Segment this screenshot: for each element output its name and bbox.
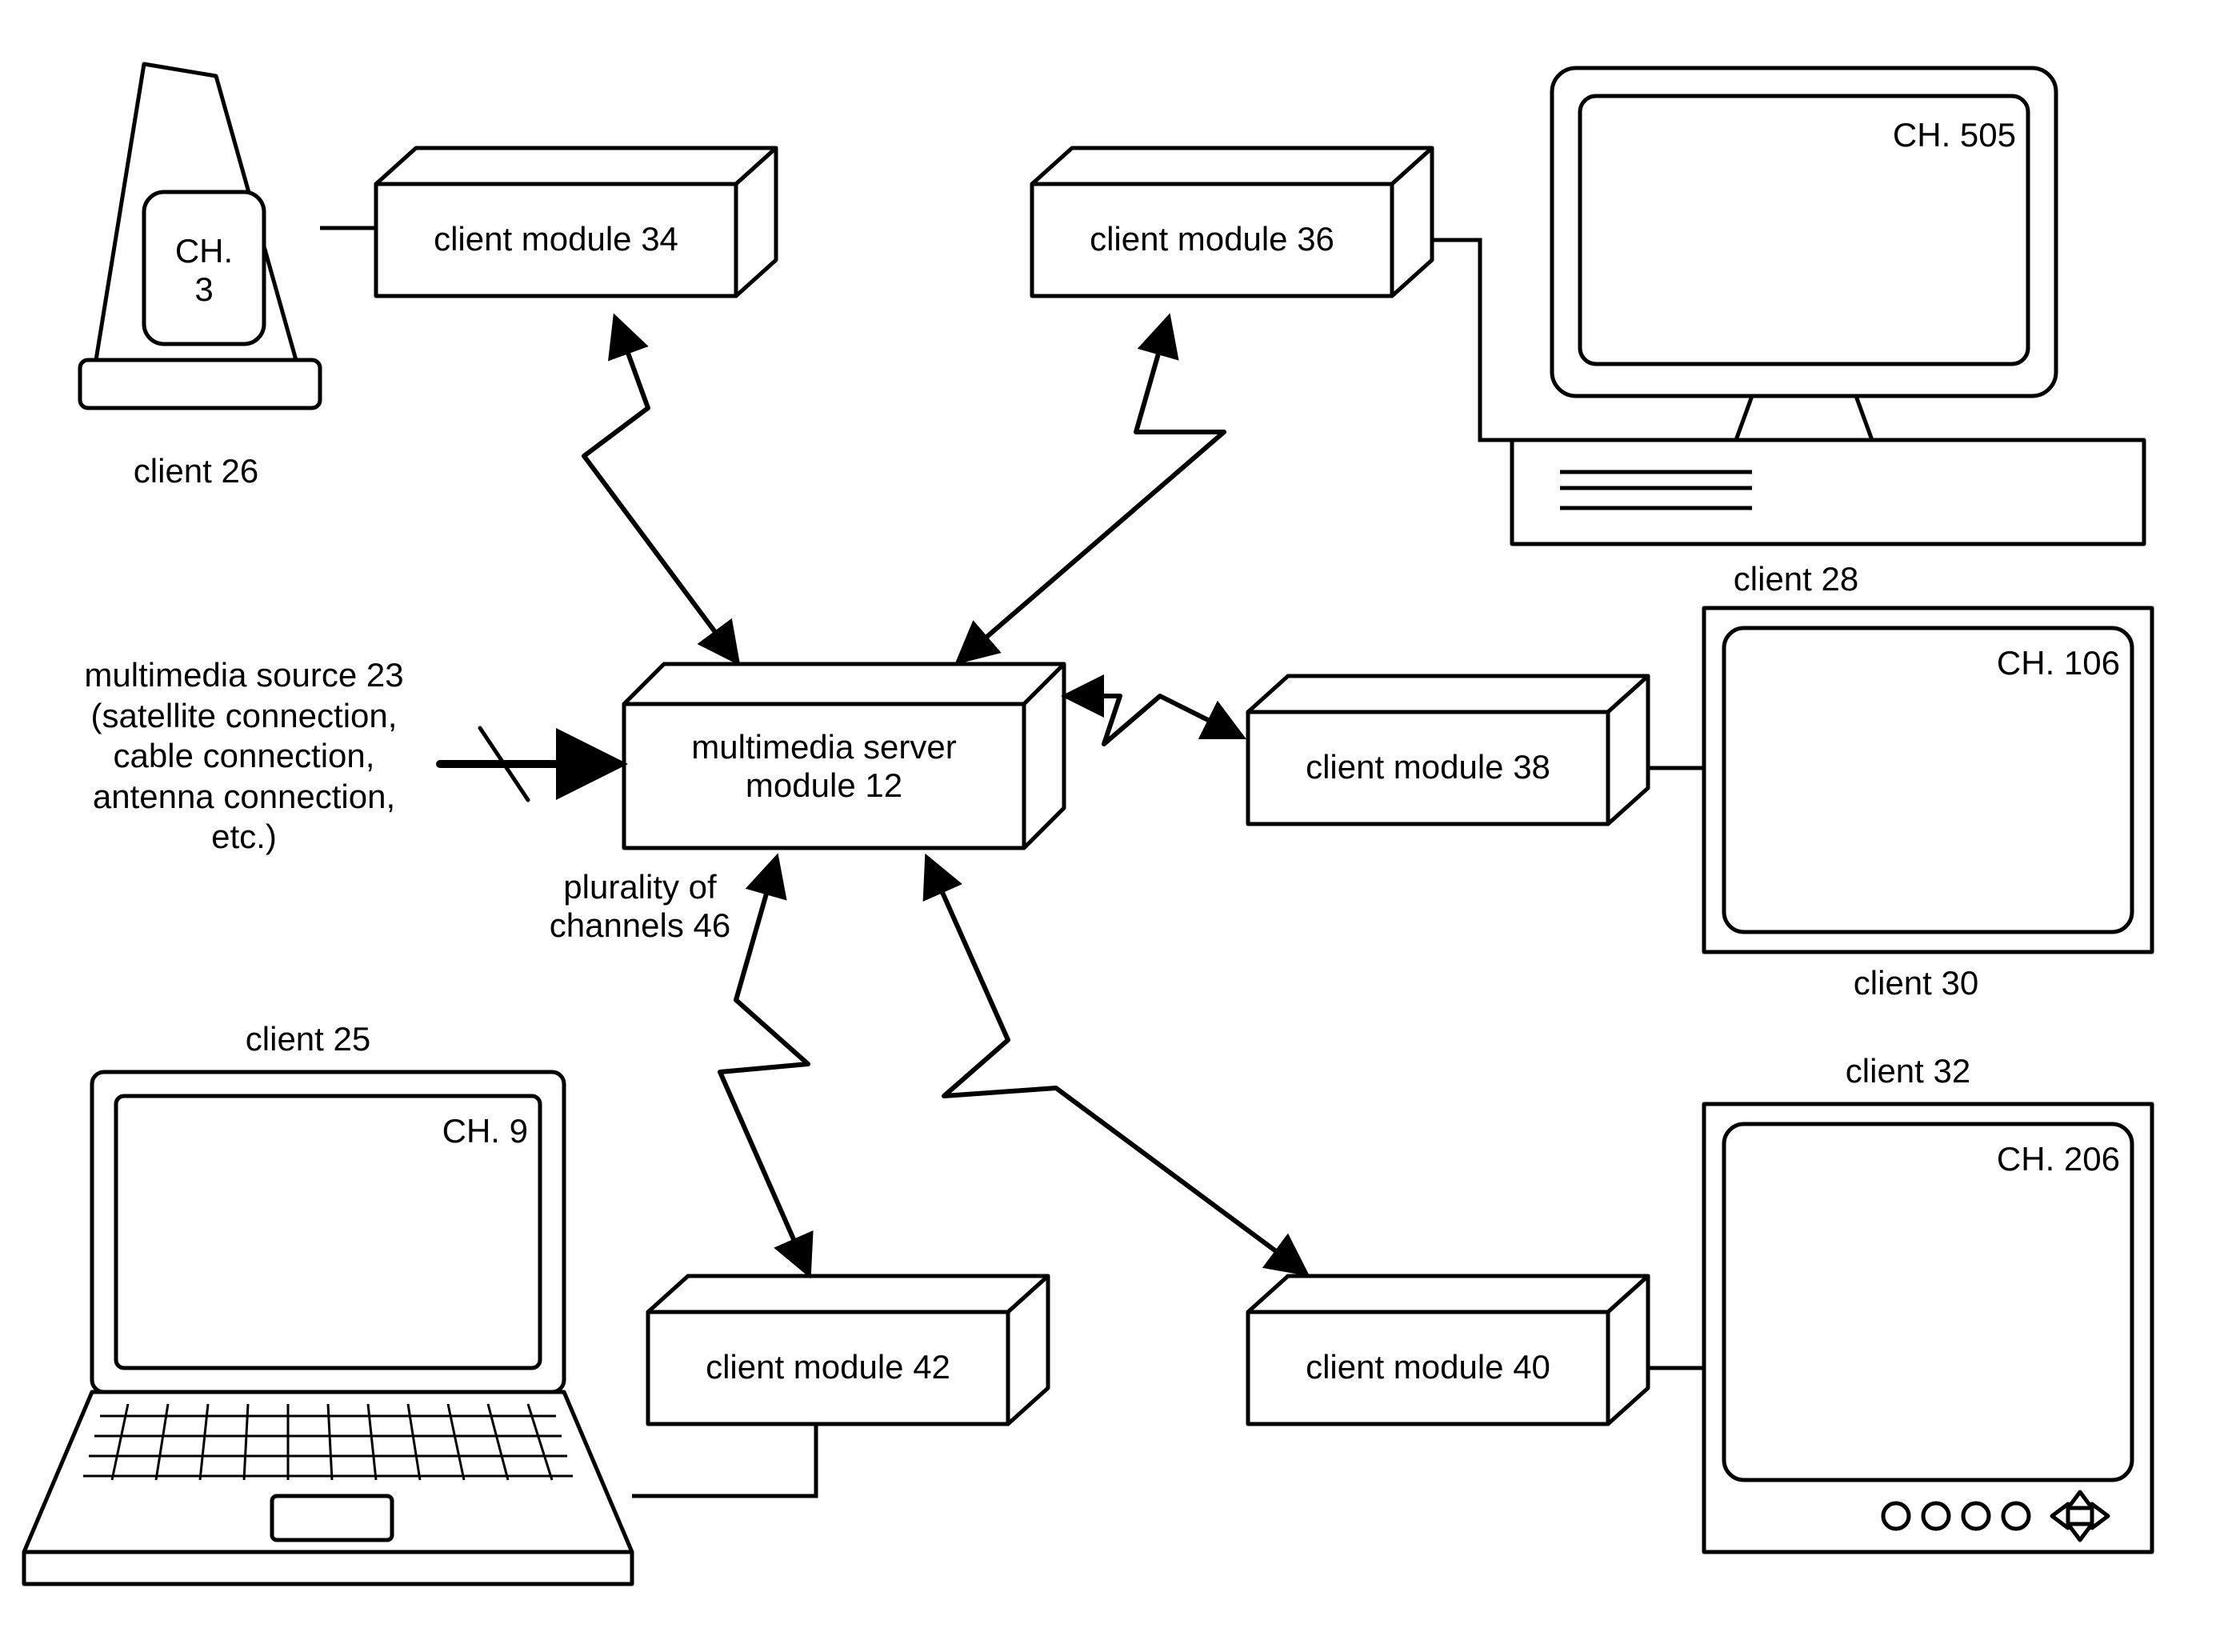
cm38-label: client module 38 [1256, 748, 1600, 786]
client28-label: client 28 [1704, 560, 1888, 598]
cm40-label: client module 40 [1256, 1348, 1600, 1386]
plurality-label: plurality of channels 46 [504, 868, 776, 945]
source-title: multimedia source 23 [52, 656, 436, 694]
ch9-label: CH. 9 [376, 1112, 528, 1150]
ch505-label: CH. 505 [1848, 116, 2016, 154]
server-label: multimedia server module 12 [632, 728, 1016, 805]
cm42-label: client module 42 [656, 1348, 1000, 1386]
ch206-label: CH. 206 [1936, 1140, 2120, 1178]
ch106-label: CH. 106 [1944, 644, 2120, 682]
cm36-label: client module 36 [1040, 220, 1384, 258]
client32-label: client 32 [1816, 1052, 2000, 1090]
client30-label: client 30 [1824, 964, 2008, 1002]
client26-label: client 26 [104, 452, 288, 490]
client25-label: client 25 [216, 1020, 400, 1058]
ch3-label: CH. 3 [152, 232, 256, 310]
cm34-label: client module 34 [384, 220, 728, 258]
source-desc: (satellite connection, cable connection,… [52, 696, 436, 858]
